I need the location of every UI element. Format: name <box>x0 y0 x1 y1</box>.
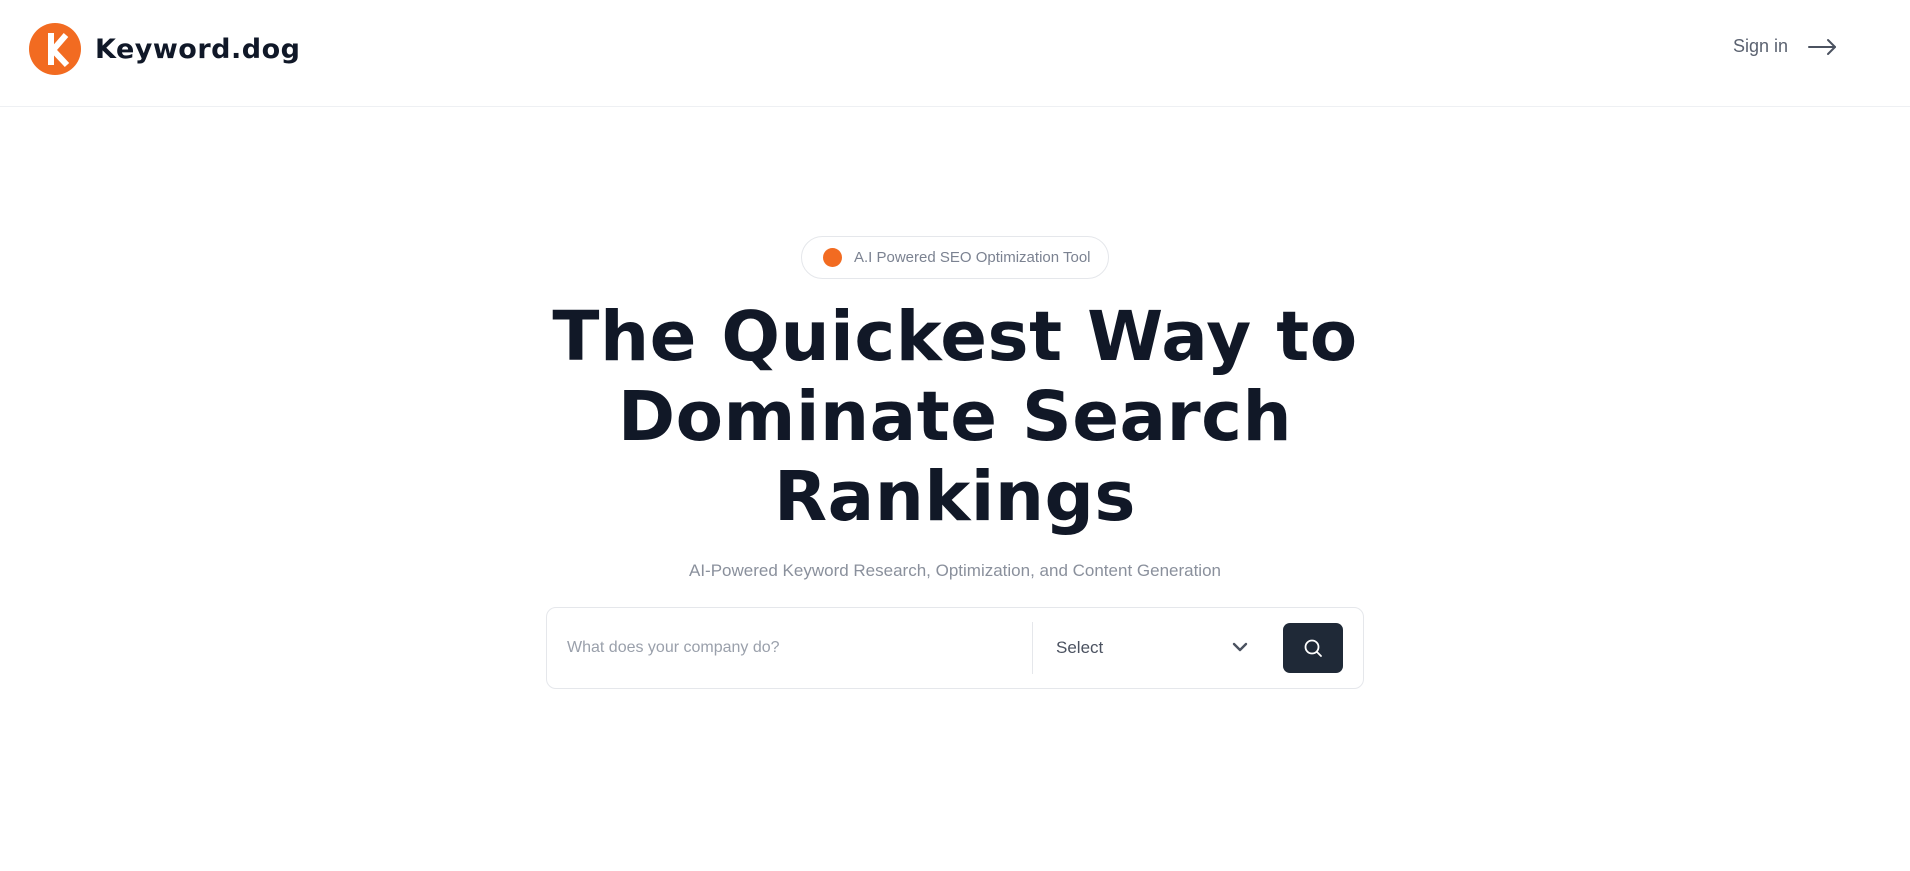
hero-subheadline: AI-Powered Keyword Research, Optimizatio… <box>689 561 1221 580</box>
arrow-right-icon <box>1808 38 1837 55</box>
sign-in-label: Sign in <box>1733 36 1789 56</box>
brand-name: Keyword.dog <box>95 33 301 65</box>
chevron-down-icon <box>1232 642 1248 652</box>
select-value: Select <box>1056 638 1104 657</box>
site-header: Keyword.dog Sign in <box>0 0 1910 107</box>
badge-dot-icon <box>823 248 842 267</box>
feature-badge: A.I Powered SEO Optimization Tool <box>801 236 1109 279</box>
headline-line-2: Dominate Search <box>617 377 1293 457</box>
headline-line-3: Rankings <box>774 457 1136 537</box>
badge-text: A.I Powered SEO Optimization Tool <box>854 249 1091 266</box>
company-description-input[interactable] <box>567 622 1027 674</box>
sign-in-link[interactable]: Sign in <box>1733 36 1838 57</box>
search-bar: Select <box>546 607 1364 689</box>
search-divider <box>1032 622 1033 674</box>
search-icon <box>1304 639 1322 657</box>
hero-headline: The Quickest Way to Dominate Search Rank… <box>455 297 1455 537</box>
brand[interactable]: Keyword.dog <box>29 23 300 75</box>
search-button[interactable] <box>1283 623 1343 673</box>
headline-line-1: The Quickest Way to <box>552 297 1358 377</box>
keyword-dog-logo-icon <box>29 23 81 75</box>
category-select[interactable]: Select <box>1056 622 1256 674</box>
